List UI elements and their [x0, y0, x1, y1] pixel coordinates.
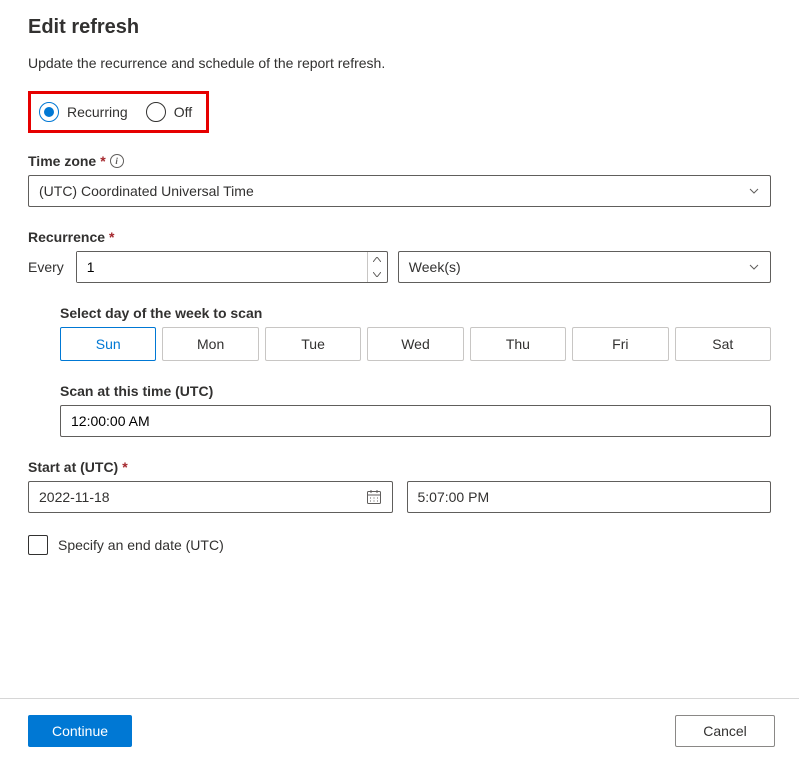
cancel-button[interactable]: Cancel: [675, 715, 775, 747]
start-label: Start at (UTC) *: [28, 459, 771, 475]
timezone-value: (UTC) Coordinated Universal Time: [39, 183, 254, 199]
days-label: Select day of the week to scan: [60, 305, 771, 321]
chevron-down-icon: [748, 185, 760, 197]
day-button-tue[interactable]: Tue: [265, 327, 361, 361]
scan-time-label: Scan at this time (UTC): [60, 383, 771, 399]
start-date-input[interactable]: 2022-11-18: [28, 481, 393, 513]
day-button-thu[interactable]: Thu: [470, 327, 566, 361]
recurrence-unit-select[interactable]: Week(s): [398, 251, 771, 283]
recurrence-unit-value: Week(s): [409, 259, 461, 275]
spinner-down-icon[interactable]: [368, 267, 387, 282]
required-marker: *: [109, 229, 114, 245]
days-label-text: Select day of the week to scan: [60, 305, 262, 321]
spinner-up-icon[interactable]: [368, 252, 387, 267]
radio-recurring-label: Recurring: [67, 104, 128, 120]
footer: Continue Cancel: [0, 698, 799, 763]
recurrence-label-text: Recurrence: [28, 229, 105, 245]
schedule-type-radio-group: Recurring Off: [28, 91, 209, 133]
recurrence-label: Recurrence *: [28, 229, 771, 245]
day-button-mon[interactable]: Mon: [162, 327, 258, 361]
day-button-fri[interactable]: Fri: [572, 327, 668, 361]
radio-off-label: Off: [174, 104, 192, 120]
every-number-field[interactable]: [77, 252, 367, 282]
timezone-label-text: Time zone: [28, 153, 96, 169]
scan-time-label-text: Scan at this time (UTC): [60, 383, 213, 399]
start-time-value: 5:07:00 PM: [418, 489, 490, 505]
continue-button[interactable]: Continue: [28, 715, 132, 747]
every-label: Every: [28, 259, 64, 275]
day-button-wed[interactable]: Wed: [367, 327, 463, 361]
start-date-value: 2022-11-18: [39, 489, 110, 505]
chevron-down-icon: [748, 261, 760, 273]
every-number-input[interactable]: [76, 251, 388, 283]
day-button-sat[interactable]: Sat: [675, 327, 771, 361]
radio-off[interactable]: Off: [146, 102, 192, 122]
end-date-label: Specify an end date (UTC): [58, 537, 224, 553]
required-marker: *: [122, 459, 127, 475]
timezone-select[interactable]: (UTC) Coordinated Universal Time: [28, 175, 771, 207]
start-time-input[interactable]: 5:07:00 PM: [407, 481, 772, 513]
days-row: SunMonTueWedThuFriSat: [60, 327, 771, 361]
radio-button-icon: [146, 102, 166, 122]
page-title: Edit refresh: [28, 16, 771, 39]
timezone-label: Time zone * i: [28, 153, 771, 169]
required-marker: *: [100, 153, 105, 169]
info-icon[interactable]: i: [110, 154, 124, 168]
radio-recurring[interactable]: Recurring: [39, 102, 128, 122]
start-label-text: Start at (UTC): [28, 459, 118, 475]
calendar-icon[interactable]: [366, 489, 382, 505]
end-date-checkbox[interactable]: [28, 535, 48, 555]
page-subtitle: Update the recurrence and schedule of th…: [28, 55, 771, 71]
day-button-sun[interactable]: Sun: [60, 327, 156, 361]
scan-time-input[interactable]: [60, 405, 771, 437]
radio-button-icon: [39, 102, 59, 122]
